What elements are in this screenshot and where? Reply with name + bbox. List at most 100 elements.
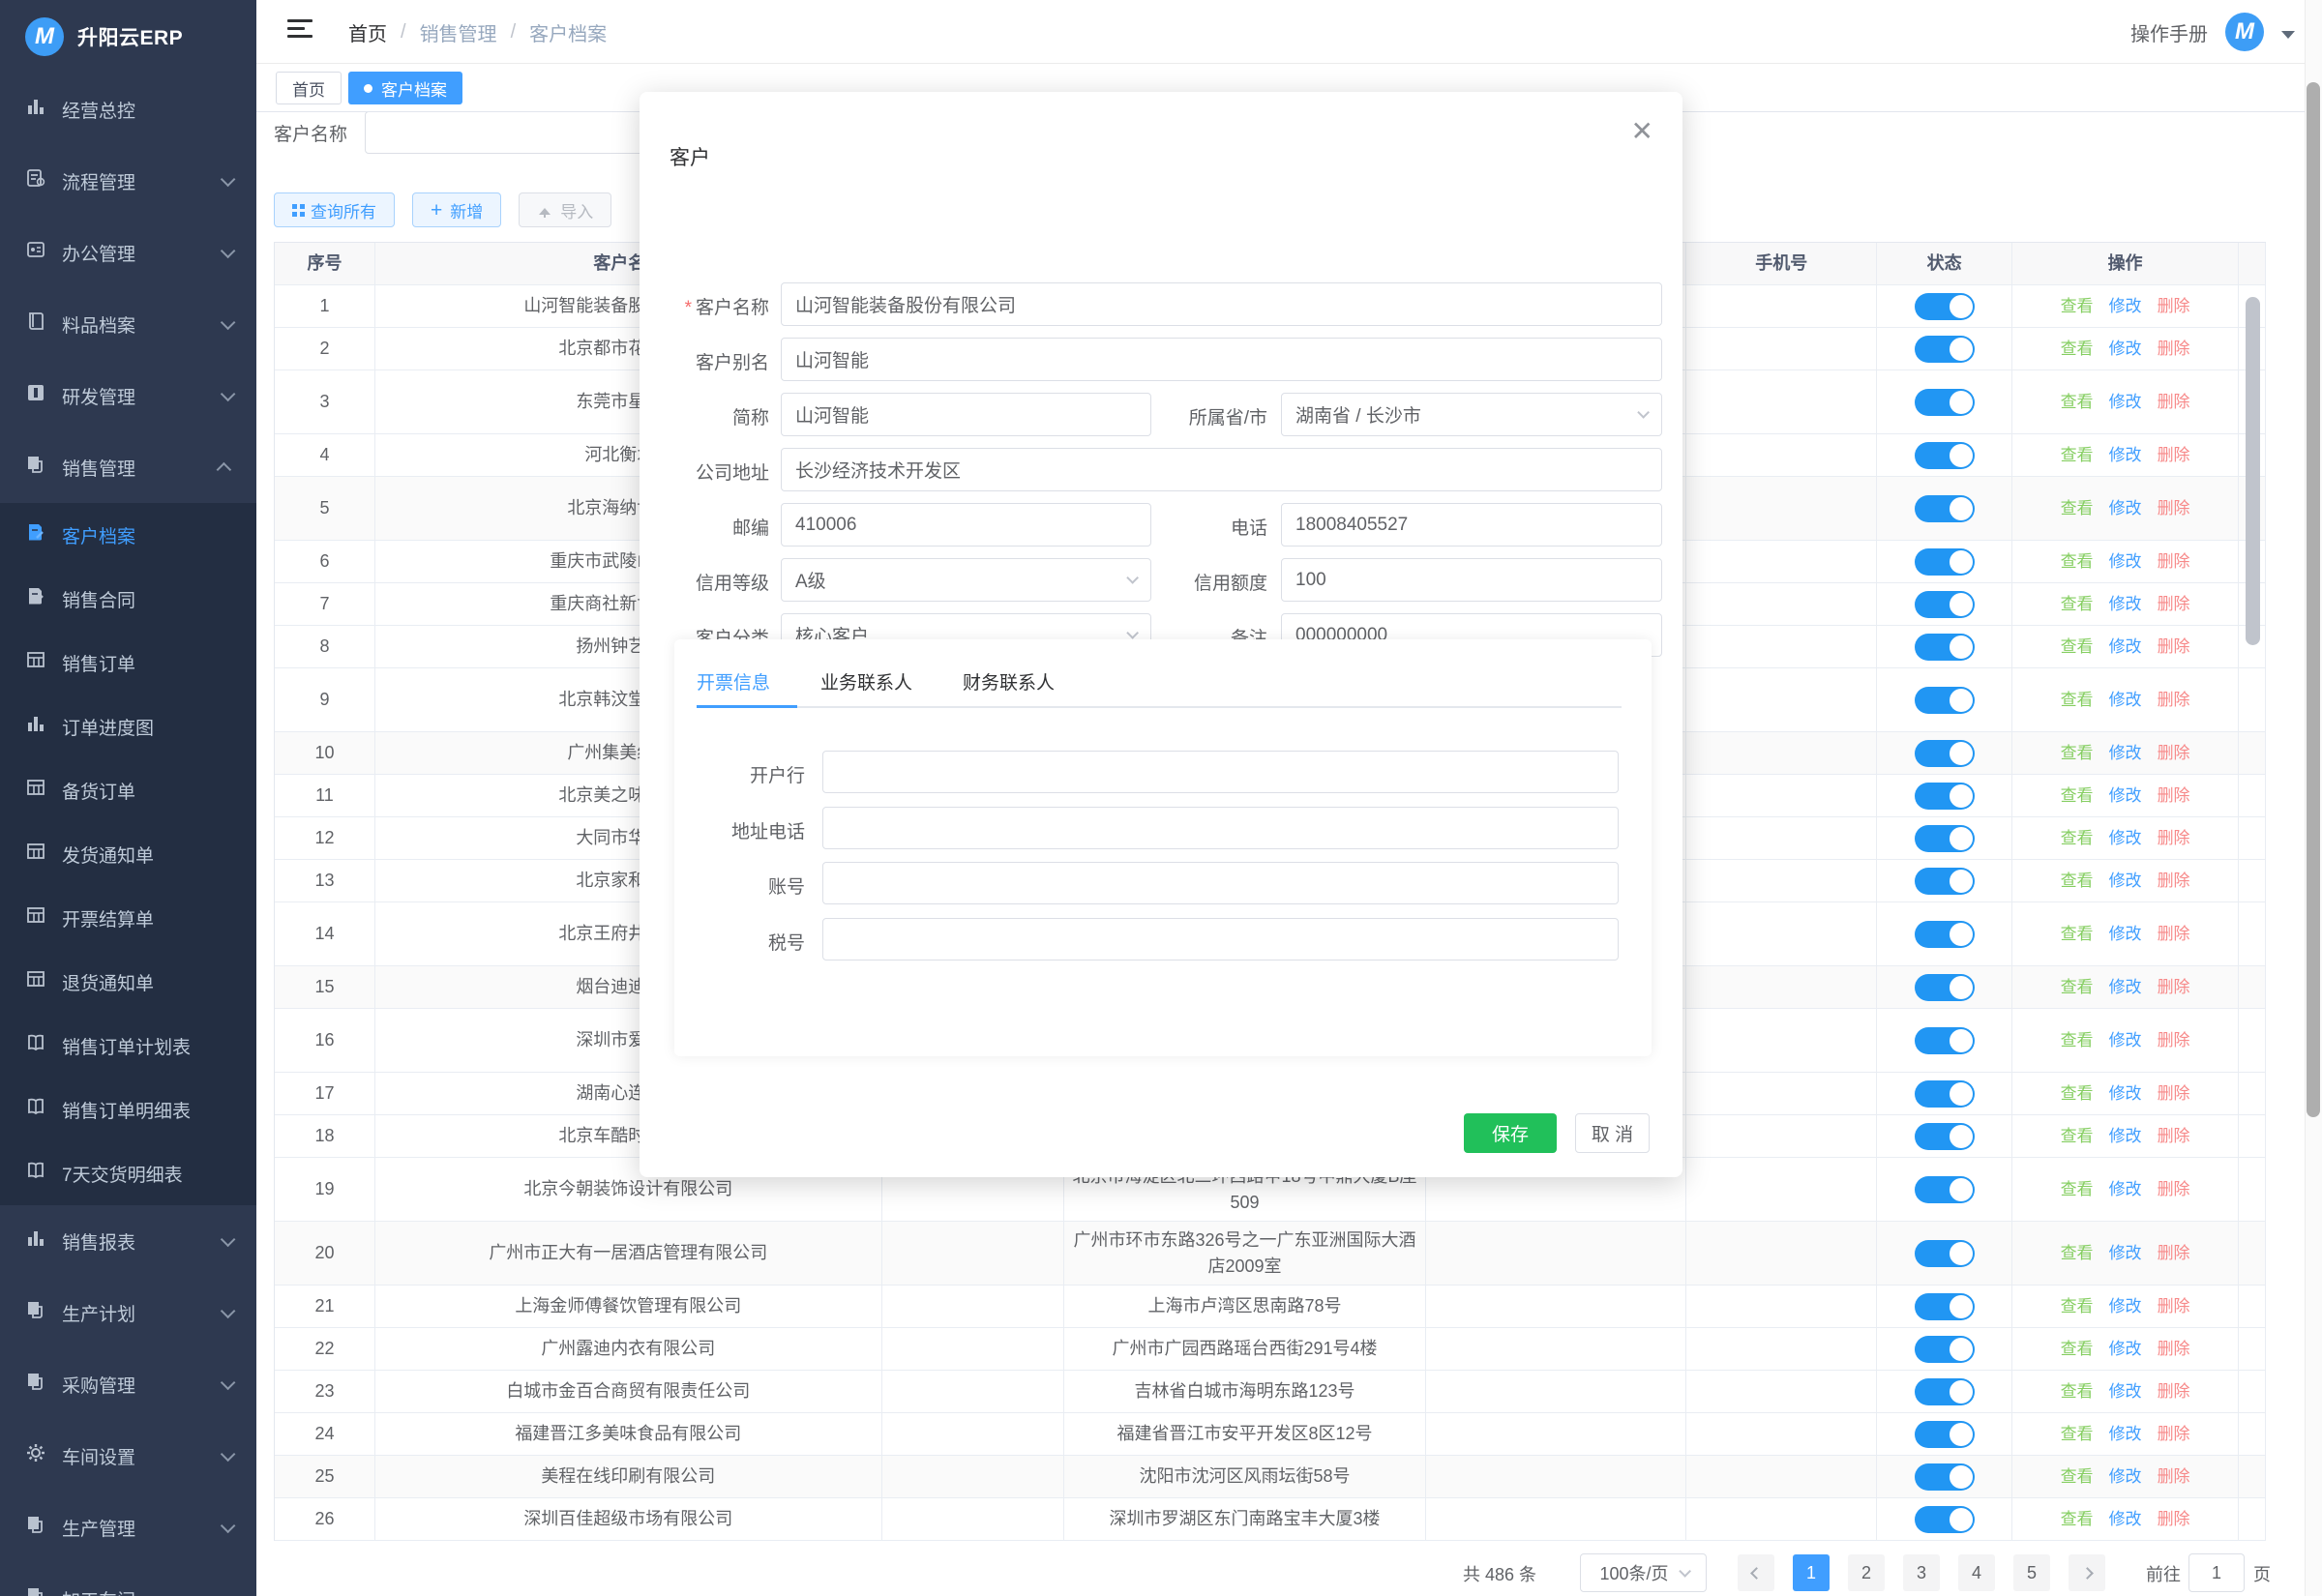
status-toggle[interactable] <box>1915 1240 1975 1267</box>
collapse-menu-icon[interactable] <box>287 19 313 43</box>
sidebar-item-3[interactable]: 料品档案 <box>0 288 256 360</box>
view-link[interactable]: 查看 <box>2061 496 2094 521</box>
delete-link[interactable]: 删除 <box>2158 1464 2190 1490</box>
view-link[interactable]: 查看 <box>2061 741 2094 766</box>
edit-link[interactable]: 修改 <box>2109 1294 2142 1319</box>
edit-link[interactable]: 修改 <box>2109 337 2142 362</box>
delete-link[interactable]: 删除 <box>2158 1337 2190 1362</box>
view-link[interactable]: 查看 <box>2061 826 2094 851</box>
account-input[interactable] <box>822 862 1619 904</box>
view-link[interactable]: 查看 <box>2061 592 2094 617</box>
view-link[interactable]: 查看 <box>2061 1507 2094 1532</box>
sidebar-item-2[interactable]: 办公管理 <box>0 217 256 288</box>
edit-link[interactable]: 修改 <box>2109 826 2142 851</box>
sidebar-item-4[interactable]: 研发管理 <box>0 360 256 431</box>
delete-link[interactable]: 删除 <box>2158 443 2190 468</box>
delete-link[interactable]: 删除 <box>2158 1081 2190 1107</box>
sidebar-item-13[interactable]: 退货通知单 <box>0 950 256 1014</box>
edit-link[interactable]: 修改 <box>2109 1241 2142 1266</box>
view-link[interactable]: 查看 <box>2061 869 2094 894</box>
view-link[interactable]: 查看 <box>2061 294 2094 319</box>
view-link[interactable]: 查看 <box>2061 1028 2094 1053</box>
delete-link[interactable]: 删除 <box>2158 1507 2190 1532</box>
status-toggle[interactable] <box>1915 1027 1975 1054</box>
status-toggle[interactable] <box>1915 634 1975 661</box>
delete-link[interactable]: 删除 <box>2158 1177 2190 1202</box>
edit-link[interactable]: 修改 <box>2109 635 2142 660</box>
view-link[interactable]: 查看 <box>2061 1422 2094 1447</box>
add-button[interactable]: + 新增 <box>412 192 501 227</box>
delete-link[interactable]: 删除 <box>2158 975 2190 1000</box>
status-toggle[interactable] <box>1915 1336 1975 1363</box>
view-link[interactable]: 查看 <box>2061 1124 2094 1149</box>
prev-page-button[interactable] <box>1738 1554 1774 1591</box>
status-toggle[interactable] <box>1915 868 1975 895</box>
view-link[interactable]: 查看 <box>2061 1337 2094 1362</box>
status-toggle[interactable] <box>1915 974 1975 1001</box>
credit-limit-input[interactable] <box>1281 558 1662 602</box>
edit-link[interactable]: 修改 <box>2109 1422 2142 1447</box>
sidebar-item-6[interactable]: 客户档案 <box>0 503 256 567</box>
delete-link[interactable]: 删除 <box>2158 337 2190 362</box>
edit-link[interactable]: 修改 <box>2109 975 2142 1000</box>
view-link[interactable]: 查看 <box>2061 443 2094 468</box>
view-link[interactable]: 查看 <box>2061 1081 2094 1107</box>
sidebar-item-17[interactable]: 销售报表 <box>0 1205 256 1277</box>
bank-input[interactable] <box>822 751 1619 793</box>
view-link[interactable]: 查看 <box>2061 635 2094 660</box>
next-page-button[interactable] <box>2069 1554 2105 1591</box>
delete-link[interactable]: 删除 <box>2158 294 2190 319</box>
status-toggle[interactable] <box>1915 548 1975 576</box>
delete-link[interactable]: 删除 <box>2158 549 2190 575</box>
edit-link[interactable]: 修改 <box>2109 1177 2142 1202</box>
delete-link[interactable]: 删除 <box>2158 922 2190 947</box>
query-all-button[interactable]: 查询所有 <box>274 192 395 227</box>
sidebar-item-0[interactable]: 经营总控 <box>0 74 256 145</box>
edit-link[interactable]: 修改 <box>2109 1124 2142 1149</box>
page-button-5[interactable]: 5 <box>2013 1554 2050 1591</box>
sidebar-item-7[interactable]: 销售合同 <box>0 567 256 631</box>
edit-link[interactable]: 修改 <box>2109 1028 2142 1053</box>
tax-number-input[interactable] <box>822 918 1619 961</box>
edit-link[interactable]: 修改 <box>2109 1464 2142 1490</box>
close-icon[interactable]: ✕ <box>1631 115 1653 147</box>
sidebar-item-22[interactable]: 加工车间 <box>0 1563 256 1596</box>
view-link[interactable]: 查看 <box>2061 688 2094 713</box>
short-name-input[interactable] <box>781 393 1151 436</box>
delete-link[interactable]: 删除 <box>2158 390 2190 415</box>
view-link[interactable]: 查看 <box>2061 783 2094 809</box>
delete-link[interactable]: 删除 <box>2158 869 2190 894</box>
page-button-1[interactable]: 1 <box>1793 1554 1830 1591</box>
status-toggle[interactable] <box>1915 336 1975 363</box>
delete-link[interactable]: 删除 <box>2158 1028 2190 1053</box>
delete-link[interactable]: 删除 <box>2158 741 2190 766</box>
user-menu-caret-icon[interactable] <box>2281 31 2295 39</box>
company-address-input[interactable] <box>781 448 1662 491</box>
edit-link[interactable]: 修改 <box>2109 443 2142 468</box>
edit-link[interactable]: 修改 <box>2109 1379 2142 1404</box>
delete-link[interactable]: 删除 <box>2158 783 2190 809</box>
view-tab-home[interactable]: 首页 <box>276 72 342 104</box>
delete-link[interactable]: 删除 <box>2158 496 2190 521</box>
delete-link[interactable]: 删除 <box>2158 1379 2190 1404</box>
sidebar-item-20[interactable]: 车间设置 <box>0 1420 256 1492</box>
delete-link[interactable]: 删除 <box>2158 688 2190 713</box>
status-toggle[interactable] <box>1915 1506 1975 1533</box>
sidebar-item-19[interactable]: 采购管理 <box>0 1348 256 1420</box>
edit-link[interactable]: 修改 <box>2109 783 2142 809</box>
delete-link[interactable]: 删除 <box>2158 592 2190 617</box>
customer-name-input[interactable] <box>781 282 1662 326</box>
edit-link[interactable]: 修改 <box>2109 592 2142 617</box>
delete-link[interactable]: 删除 <box>2158 1422 2190 1447</box>
status-toggle[interactable] <box>1915 293 1975 320</box>
status-toggle[interactable] <box>1915 1293 1975 1320</box>
delete-link[interactable]: 删除 <box>2158 826 2190 851</box>
edit-link[interactable]: 修改 <box>2109 688 2142 713</box>
phone-input[interactable] <box>1281 503 1662 547</box>
status-toggle[interactable] <box>1915 740 1975 767</box>
breadcrumb-home[interactable]: 首页 <box>348 18 387 46</box>
sidebar-item-1[interactable]: 流程管理 <box>0 145 256 217</box>
breadcrumb-sales[interactable]: 销售管理 <box>420 18 497 46</box>
edit-link[interactable]: 修改 <box>2109 390 2142 415</box>
sidebar-item-11[interactable]: 发货通知单 <box>0 822 256 886</box>
